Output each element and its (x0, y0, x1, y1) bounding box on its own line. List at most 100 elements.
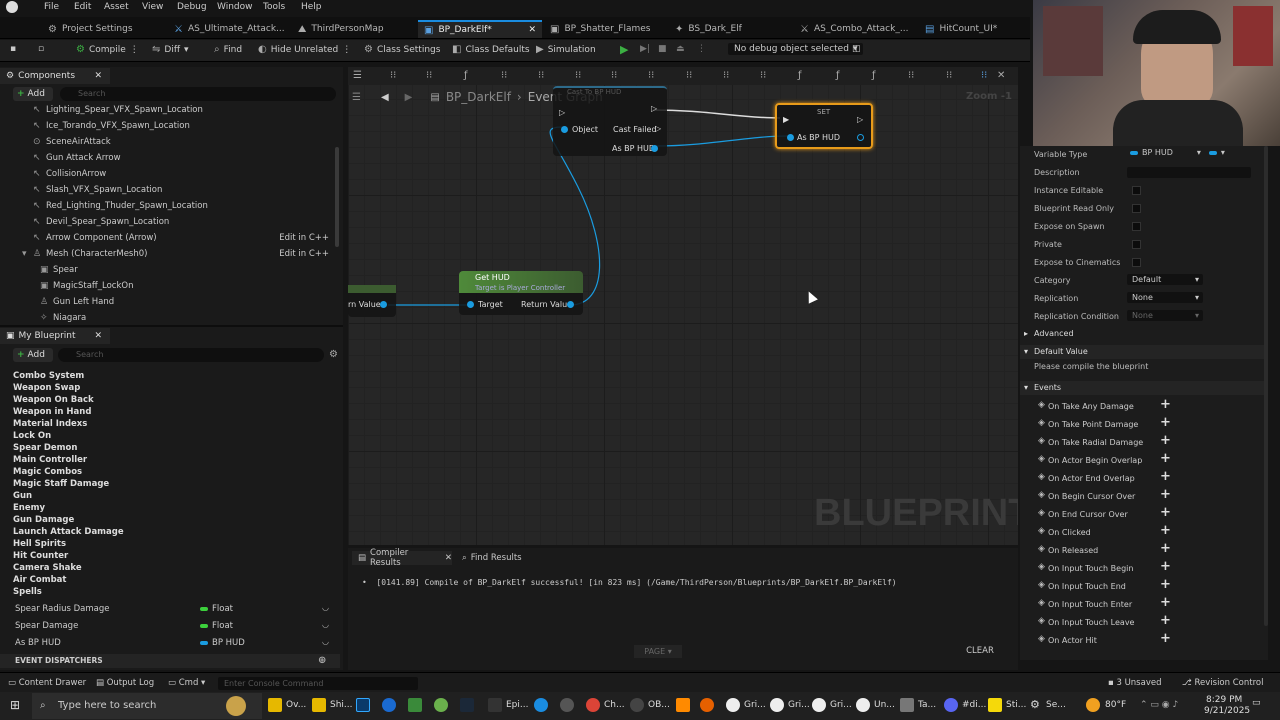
tab-as-combo-attack[interactable]: ⚔ AS_Combo_Attack_... (800, 20, 908, 38)
content-drawer-button[interactable]: ▭ Content Drawer (8, 678, 86, 688)
tab-as-ultimate-attack[interactable]: ⚔ AS_Ultimate_Attack... (174, 20, 285, 38)
components-search-input[interactable]: Search (60, 87, 336, 101)
find-button[interactable]: ⌕ Find (214, 44, 242, 55)
add-event-button[interactable]: + (1160, 451, 1171, 466)
exec-node-icon[interactable]: ⁝⁝ (648, 70, 654, 81)
visibility-eye-icon[interactable]: ◡ (322, 603, 329, 612)
category-item[interactable]: Hell Spirits (13, 539, 66, 549)
exec-pin-in[interactable]: ▶ (783, 115, 789, 124)
unreal-icon[interactable] (726, 698, 740, 712)
function-icon[interactable]: ƒ (836, 70, 840, 81)
unreal-icon[interactable] (856, 698, 870, 712)
category-item[interactable]: Weapon Swap (13, 383, 80, 393)
expose-cinematics-checkbox[interactable] (1132, 258, 1141, 267)
exec-pin-out[interactable]: ▷ (651, 104, 657, 113)
debug-object-dropdown[interactable]: No debug object selected ▾ (728, 43, 864, 55)
clear-button[interactable]: CLEAR (954, 645, 1006, 658)
edit-in-cpp-link[interactable]: Edit in C++ (279, 249, 329, 259)
taskbar-app[interactable]: Ta... (918, 700, 936, 710)
play-icon[interactable]: ▶ (620, 43, 628, 56)
debug-search-icon[interactable]: ◫ (852, 44, 861, 54)
tab-hitcount-ui[interactable]: ▤ HitCount_UI* (925, 20, 997, 38)
cmd-dropdown[interactable]: ▭ Cmd ▾ (168, 678, 205, 688)
expose-on-spawn-checkbox[interactable] (1132, 222, 1141, 231)
component-item[interactable]: Mesh (CharacterMesh0) (46, 249, 147, 259)
as-bp-hud-input-pin[interactable] (787, 134, 794, 141)
taskbar-app[interactable]: Ch... (604, 700, 625, 710)
app-icon[interactable] (560, 698, 574, 712)
add-event-button[interactable]: + (1160, 523, 1171, 538)
add-event-button[interactable]: + (1160, 595, 1171, 610)
save-icon[interactable]: ▪ (10, 44, 16, 54)
exec-node-icon[interactable]: ⁝⁝ (908, 70, 914, 81)
component-item[interactable]: Gun Attack Arrow (46, 153, 121, 163)
unsaved-button[interactable]: ▪ 3 Unsaved (1108, 678, 1161, 688)
app-icon[interactable] (676, 698, 690, 712)
menu-debug[interactable]: Debug (177, 2, 207, 12)
component-item[interactable]: SceneAirAttack (46, 137, 111, 147)
category-item[interactable]: Launch Attack Damage (13, 527, 124, 537)
exec-node-icon[interactable]: ⁝⁝ (946, 70, 952, 81)
output-log-button[interactable]: ▤ Output Log (96, 678, 154, 688)
taskbar-app[interactable]: Sti... (1006, 700, 1026, 710)
page-dropdown[interactable]: PAGE ▾ (634, 645, 682, 658)
class-defaults-button[interactable]: ◧ Class Defaults (452, 44, 530, 55)
tab-bp-shatter-flames[interactable]: ▣ BP_Shatter_Flames (550, 20, 650, 38)
cast-to-bp-hud-node[interactable]: Cast To BP HUD ▷ ▷ Object Cast Failed ▷ … (553, 86, 667, 156)
category-item[interactable]: Camera Shake (13, 563, 82, 573)
breadcrumb-blueprint[interactable]: BP_DarkElf (446, 90, 511, 104)
chrome-icon[interactable] (586, 698, 600, 712)
component-item[interactable]: CollisionArrow (46, 169, 106, 179)
return-value-pin[interactable] (567, 301, 574, 308)
taskbar-app[interactable]: Se... (1046, 700, 1066, 710)
as-bp-hud-pin[interactable] (651, 145, 658, 152)
component-item[interactable]: Ice_Torando_VFX_Spawn_Location (46, 121, 190, 131)
discord-icon[interactable] (944, 698, 958, 712)
tab-bp-darkelf[interactable]: ▣ BP_DarkElf* ✕ (418, 20, 542, 38)
category-item[interactable]: Gun (13, 491, 32, 501)
component-item[interactable]: Red_Lighting_Thuder_Spawn_Location (46, 201, 208, 211)
edit-in-cpp-link[interactable]: Edit in C++ (279, 233, 329, 243)
close-tab-icon[interactable]: ✕ (528, 25, 536, 35)
add-event-button[interactable]: + (1160, 559, 1171, 574)
function-icon[interactable]: ƒ (464, 70, 468, 81)
component-item[interactable]: MagicStaff_LockOn (53, 281, 133, 291)
exec-node-icon[interactable]: ⁝⁝ (501, 70, 507, 81)
details-scrollbar[interactable] (1264, 146, 1268, 626)
unreal-icon[interactable] (812, 698, 826, 712)
add-dispatcher-icon[interactable]: ⊕ (318, 654, 326, 668)
exec-node-icon[interactable]: ⁝⁝ (390, 70, 396, 81)
add-event-button[interactable]: + (1160, 577, 1171, 592)
compile-button[interactable]: ⚙ Compile ⋮ (76, 44, 139, 55)
function-icon[interactable]: ƒ (798, 70, 802, 81)
component-item[interactable]: Arrow Component (Arrow) (46, 233, 157, 243)
saturn-icon[interactable] (226, 696, 246, 716)
close-icon[interactable]: ✕ (997, 70, 1005, 81)
obs-icon[interactable] (630, 698, 644, 712)
tab-find-results[interactable]: ⌕ Find Results (460, 551, 540, 565)
eject-icon[interactable]: ⏏ (676, 44, 685, 54)
set-node[interactable]: SET ▶ ▷ As BP HUD (775, 103, 873, 149)
exec-node-icon[interactable]: ⁝⁝ (686, 70, 692, 81)
task-manager-icon[interactable] (900, 698, 914, 712)
forward-arrow-icon[interactable]: ▶ (405, 92, 413, 103)
tab-compiler-results[interactable]: ▤ Compiler Results ✕ (352, 548, 452, 568)
photoshop-icon[interactable] (356, 698, 370, 712)
notification-icon[interactable]: ▭ (1252, 698, 1261, 708)
settings-gear-icon[interactable]: ⚙ (329, 349, 338, 360)
exec-node-icon[interactable]: ⁝⁝ (723, 70, 729, 81)
exec-pin-in[interactable]: ▷ (559, 108, 565, 117)
category-item[interactable]: Spells (13, 587, 42, 597)
component-item[interactable]: Slash_VFX_Spawn_Location (46, 185, 162, 195)
event-dispatchers-header[interactable]: EVENT DISPATCHERS ⊕ (0, 654, 340, 668)
advanced-section[interactable]: ▸ Advanced (1020, 327, 1268, 341)
tray-icons[interactable]: ⌃ ▭ ◉ ♪ (1140, 700, 1178, 710)
category-dropdown[interactable]: Default ▾ (1127, 274, 1203, 285)
add-event-button[interactable]: + (1160, 433, 1171, 448)
tab-bs-dark-elf[interactable]: ✦ BS_Dark_Elf (675, 20, 742, 38)
category-item[interactable]: Spear Demon (13, 443, 77, 453)
epic-games-icon[interactable] (488, 698, 502, 712)
stop-icon[interactable]: ■ (658, 44, 667, 54)
replication-condition-dropdown[interactable]: None ▾ (1127, 310, 1203, 321)
add-event-button[interactable]: + (1160, 541, 1171, 556)
